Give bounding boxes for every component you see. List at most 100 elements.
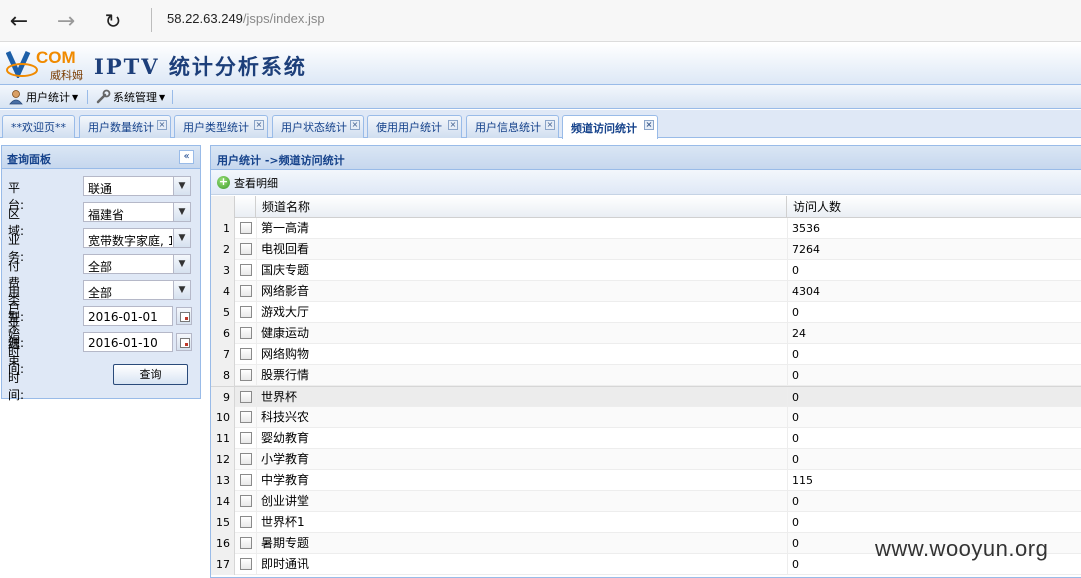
business-value: 宽带数字家庭, 1 [88, 234, 172, 248]
chevron-down-icon[interactable]: ▼ [173, 255, 190, 273]
visit-count-cell: 24 [792, 327, 806, 340]
collapse-icon[interactable]: « [179, 150, 194, 164]
query-panel: 查询面板 « 平台: 联通 ▼ 区域: 福建省 ▼ 业务: 宽带数字家庭, 1 … [1, 145, 201, 402]
forward-arrow-icon[interactable]: → [51, 6, 81, 36]
region-select[interactable]: 福建省 ▼ [83, 202, 191, 222]
tab-label: 用户数量统计 [88, 121, 154, 134]
calendar-icon[interactable] [176, 307, 192, 325]
channel-name-cell: 网络购物 [261, 347, 310, 361]
row-checkbox[interactable] [240, 348, 252, 360]
close-icon[interactable]: × [157, 120, 167, 130]
row-checkbox[interactable] [240, 411, 252, 423]
tab-label: 频道访问统计 [571, 121, 637, 135]
table-row[interactable]: 2 电视回看 7264 [211, 239, 1081, 260]
business-select[interactable]: 宽带数字家庭, 1 ▼ [83, 228, 191, 248]
row-checkbox[interactable] [240, 264, 252, 276]
row-checkbox[interactable] [240, 222, 252, 234]
table-row[interactable]: 3 国庆专题 0 [211, 260, 1081, 281]
table-row[interactable]: 4 网络影音 4304 [211, 281, 1081, 302]
table-row[interactable]: 9 世界杯 0 [211, 386, 1081, 408]
row-checkbox[interactable] [240, 369, 252, 381]
back-arrow-icon[interactable]: ← [4, 6, 34, 36]
menu-system-admin[interactable]: 系统管理 ▼ [95, 88, 165, 106]
close-icon[interactable]: × [350, 120, 360, 130]
table-row[interactable]: 8 股票行情 0 [211, 365, 1081, 386]
close-icon[interactable]: × [254, 120, 264, 130]
tab-user-info[interactable]: 用户信息统计 × [466, 115, 559, 138]
tab-user-count[interactable]: 用户数量统计 × [79, 115, 171, 138]
row-checkbox[interactable] [240, 306, 252, 318]
grid-header: 频道名称 访问人数 [211, 196, 1081, 218]
wrench-icon [96, 89, 111, 104]
column-divider [256, 554, 257, 575]
row-checkbox[interactable] [240, 495, 252, 507]
calendar-icon[interactable] [176, 333, 192, 351]
end-date-field[interactable]: 2016-01-10 [83, 332, 173, 352]
row-number: 16 [211, 533, 235, 554]
channel-name-cell: 中学教育 [261, 473, 310, 487]
table-row[interactable]: 11 婴幼教育 0 [211, 428, 1081, 449]
row-checkbox[interactable] [240, 474, 252, 486]
visit-count-cell: 3536 [792, 222, 820, 235]
row-checkbox[interactable] [240, 391, 252, 403]
tab-welcome[interactable]: **欢迎页** [2, 115, 75, 138]
column-divider [787, 533, 788, 554]
tab-active-users[interactable]: 使用用户统计 × [367, 115, 462, 138]
payment-type-select[interactable]: 全部 ▼ [83, 254, 191, 274]
row-checkbox[interactable] [240, 285, 252, 297]
address-bar[interactable]: 58.22.63.249/jsps/index.jsp [167, 11, 325, 26]
visit-count-cell: 115 [792, 474, 813, 487]
close-icon[interactable]: × [545, 120, 555, 130]
tab-user-type[interactable]: 用户类型统计 × [174, 115, 268, 138]
chevron-down-icon[interactable]: ▼ [173, 177, 190, 195]
column-divider [256, 344, 257, 365]
menu-system-admin-label: 系统管理 [113, 91, 157, 104]
tab-channel-visits[interactable]: 频道访问统计 × [562, 115, 658, 139]
table-row[interactable]: 10 科技兴农 0 [211, 407, 1081, 428]
table-row[interactable]: 12 小学教育 0 [211, 449, 1081, 470]
row-number: 7 [211, 344, 235, 365]
column-header-visits[interactable]: 访问人数 [787, 196, 1081, 218]
menu-user-stats-label: 用户统计 [26, 91, 70, 104]
table-row[interactable]: 15 世界杯1 0 [211, 512, 1081, 533]
url-host: 58.22.63.249 [167, 11, 243, 26]
chevron-down-icon[interactable]: ▼ [173, 203, 190, 221]
table-row[interactable]: 5 游戏大厅 0 [211, 302, 1081, 323]
row-checkbox[interactable] [240, 558, 252, 570]
row-checkbox[interactable] [240, 243, 252, 255]
column-divider [787, 365, 788, 386]
channel-name-cell: 世界杯 [261, 390, 298, 404]
chevron-down-icon[interactable]: ▼ [173, 281, 190, 299]
row-checkbox[interactable] [240, 516, 252, 528]
column-divider [256, 470, 257, 491]
refresh-icon[interactable]: ↻ [98, 6, 128, 36]
user-source-select[interactable]: 全部 ▼ [83, 280, 191, 300]
end-date-value: 2016-01-10 [88, 336, 158, 350]
checkbox-header[interactable] [235, 196, 256, 218]
close-icon[interactable]: × [448, 120, 458, 130]
query-panel-title: 查询面板 [7, 153, 51, 166]
row-checkbox[interactable] [240, 432, 252, 444]
table-row[interactable]: 1 第一高清 3536 [211, 218, 1081, 239]
row-number: 10 [211, 407, 235, 428]
platform-value: 联通 [88, 182, 113, 196]
table-row[interactable]: 14 创业讲堂 0 [211, 491, 1081, 512]
tab-user-status[interactable]: 用户状态统计 × [272, 115, 364, 138]
query-button[interactable]: 查询 [113, 364, 188, 385]
column-header-channel[interactable]: 频道名称 [256, 196, 787, 218]
table-row[interactable]: 13 中学教育 115 [211, 470, 1081, 491]
channel-name-cell: 小学教育 [261, 452, 310, 466]
column-divider [256, 302, 257, 323]
platform-select[interactable]: 联通 ▼ [83, 176, 191, 196]
menu-user-stats[interactable]: 用户统计 ▼ [8, 88, 78, 106]
start-date-field[interactable]: 2016-01-01 [83, 306, 173, 326]
table-row[interactable]: 6 健康运动 24 [211, 323, 1081, 344]
view-details-button[interactable]: + 查看明细 [217, 174, 278, 191]
chevron-down-icon[interactable]: ▼ [173, 229, 190, 247]
table-row[interactable]: 7 网络购物 0 [211, 344, 1081, 365]
row-checkbox[interactable] [240, 327, 252, 339]
browser-toolbar: ← → ↻ 58.22.63.249/jsps/index.jsp [0, 0, 1081, 42]
row-checkbox[interactable] [240, 453, 252, 465]
close-icon[interactable]: × [644, 120, 654, 130]
row-checkbox[interactable] [240, 537, 252, 549]
